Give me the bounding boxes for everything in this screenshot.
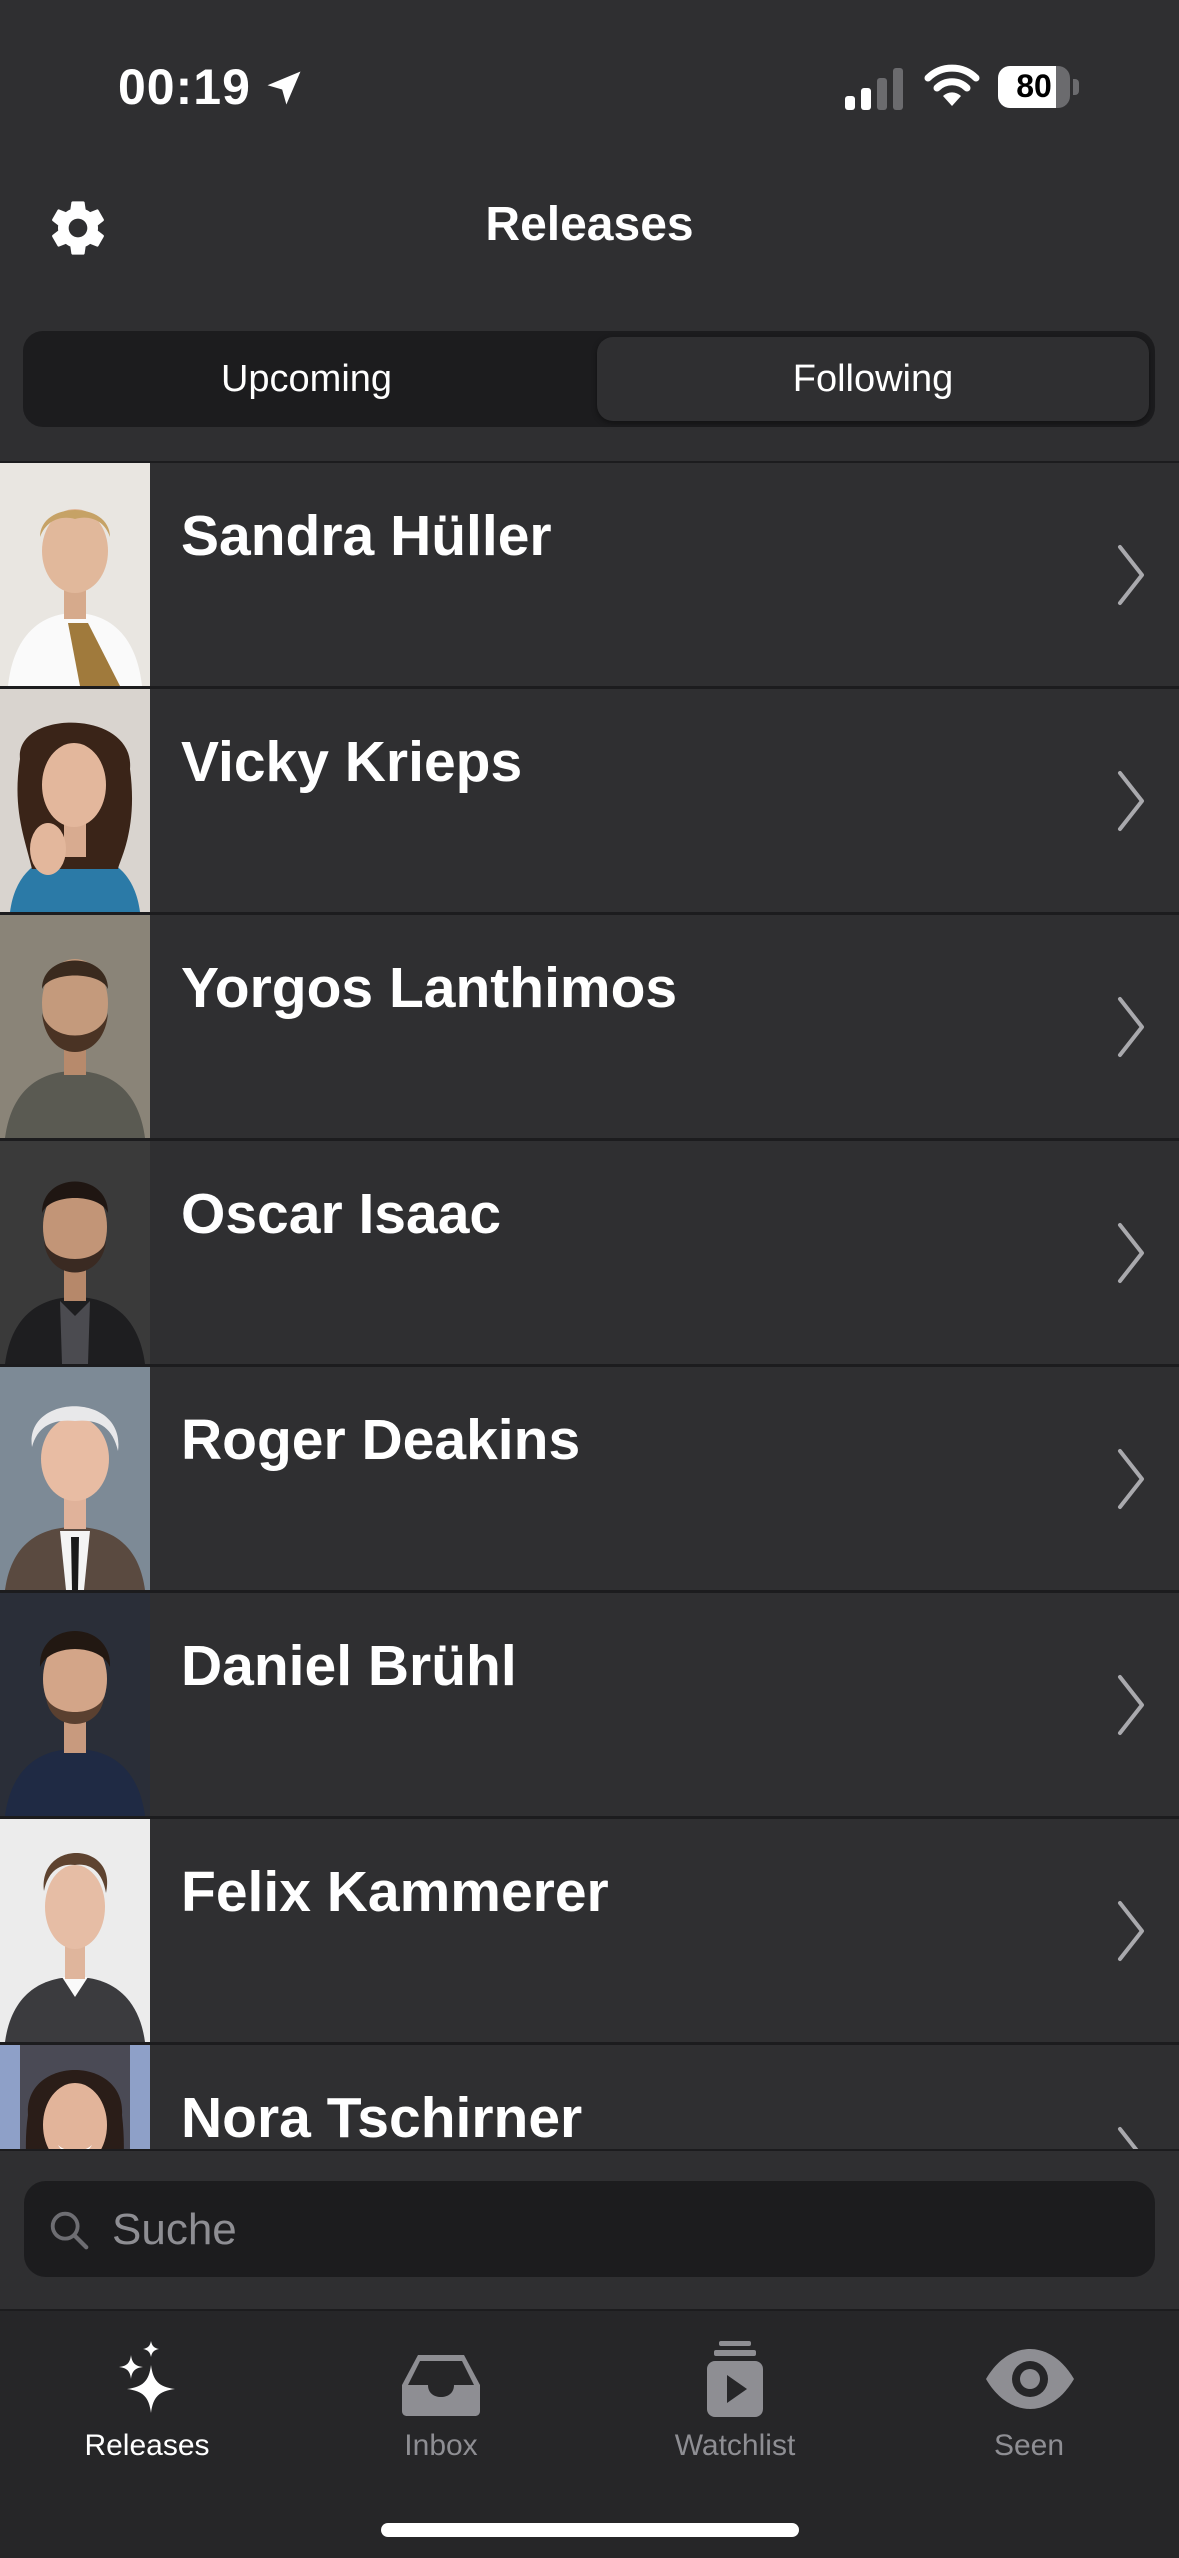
search-input[interactable] bbox=[110, 2181, 1114, 2279]
list-item-person[interactable]: Roger Deakins bbox=[0, 1367, 1179, 1593]
person-avatar bbox=[0, 1141, 150, 1364]
location-arrow-icon bbox=[267, 71, 301, 105]
person-avatar bbox=[0, 463, 150, 686]
tab-inbox[interactable]: Inbox bbox=[294, 2311, 588, 2481]
tab-label-seen: Seen bbox=[993, 2429, 1065, 2462]
chevron-right-icon bbox=[1118, 771, 1144, 831]
cellular-signal-icon bbox=[845, 68, 903, 110]
chevron-right-icon bbox=[1118, 997, 1144, 1057]
person-avatar bbox=[0, 2045, 150, 2151]
chevron-right-icon bbox=[1118, 2127, 1140, 2151]
tab-label-inbox: Inbox bbox=[404, 2429, 478, 2462]
status-time: 00:19 bbox=[118, 59, 251, 115]
search-bar-container bbox=[0, 2149, 1179, 2311]
list-item-person[interactable]: Felix Kammerer bbox=[0, 1819, 1179, 2045]
chevron-right-icon bbox=[1118, 1449, 1144, 1509]
chevron-right-icon bbox=[1118, 1901, 1144, 1961]
person-avatar bbox=[0, 689, 150, 912]
sparkles-icon bbox=[119, 2341, 175, 2413]
following-list: Sandra Hüller Vicky Krieps Yorgos Lanthi… bbox=[0, 461, 1179, 2151]
chevron-right-icon bbox=[1118, 545, 1144, 605]
search-field[interactable] bbox=[24, 2181, 1155, 2279]
person-name: Sandra Hüller bbox=[181, 504, 552, 568]
person-avatar bbox=[0, 1367, 150, 1590]
eye-icon bbox=[986, 2349, 1074, 2409]
person-name: Nora Tschirner bbox=[181, 2086, 583, 2150]
list-item-person[interactable]: Nora Tschirner bbox=[0, 2045, 1179, 2151]
list-item-person[interactable]: Vicky Krieps bbox=[0, 689, 1179, 915]
person-name: Yorgos Lanthimos bbox=[181, 956, 678, 1020]
status-bar: 00:19 80 bbox=[0, 0, 1179, 170]
page-title: Releases bbox=[485, 198, 694, 251]
chevron-right-icon bbox=[1118, 1223, 1144, 1283]
segment-upcoming[interactable]: Upcoming bbox=[29, 337, 584, 421]
tab-seen[interactable]: Seen bbox=[882, 2311, 1176, 2481]
person-avatar bbox=[0, 915, 150, 1138]
list-item-person[interactable]: Oscar Isaac bbox=[0, 1141, 1179, 1367]
home-indicator bbox=[381, 2523, 799, 2537]
chevron-right-icon bbox=[1118, 1675, 1144, 1735]
play-stack-icon bbox=[707, 2341, 763, 2417]
person-name: Roger Deakins bbox=[181, 1408, 581, 1472]
person-name: Oscar Isaac bbox=[181, 1182, 502, 1246]
tab-watchlist[interactable]: Watchlist bbox=[588, 2311, 882, 2481]
tab-bar: Releases Inbox Watchlist Seen bbox=[0, 2309, 1179, 2558]
tab-releases[interactable]: Releases bbox=[0, 2311, 294, 2481]
person-name: Felix Kammerer bbox=[181, 1860, 609, 1924]
battery-percentage: 80 bbox=[1016, 68, 1052, 104]
person-name: Vicky Krieps bbox=[181, 730, 523, 794]
list-item-person[interactable]: Sandra Hüller bbox=[0, 463, 1179, 689]
list-item-person[interactable]: Daniel Brühl bbox=[0, 1593, 1179, 1819]
segmented-control: Upcoming Following bbox=[23, 331, 1155, 427]
tab-label-releases: Releases bbox=[84, 2429, 210, 2462]
person-avatar bbox=[0, 1819, 150, 2042]
list-item-person[interactable]: Yorgos Lanthimos bbox=[0, 915, 1179, 1141]
person-name: Daniel Brühl bbox=[181, 1634, 517, 1698]
person-avatar bbox=[0, 1593, 150, 1816]
tab-label-watchlist: Watchlist bbox=[674, 2429, 796, 2462]
tray-icon bbox=[402, 2355, 480, 2416]
battery-indicator: 80 bbox=[998, 66, 1080, 108]
segment-following[interactable]: Following bbox=[597, 337, 1149, 421]
search-icon bbox=[50, 2211, 89, 2250]
wifi-icon bbox=[924, 64, 980, 106]
